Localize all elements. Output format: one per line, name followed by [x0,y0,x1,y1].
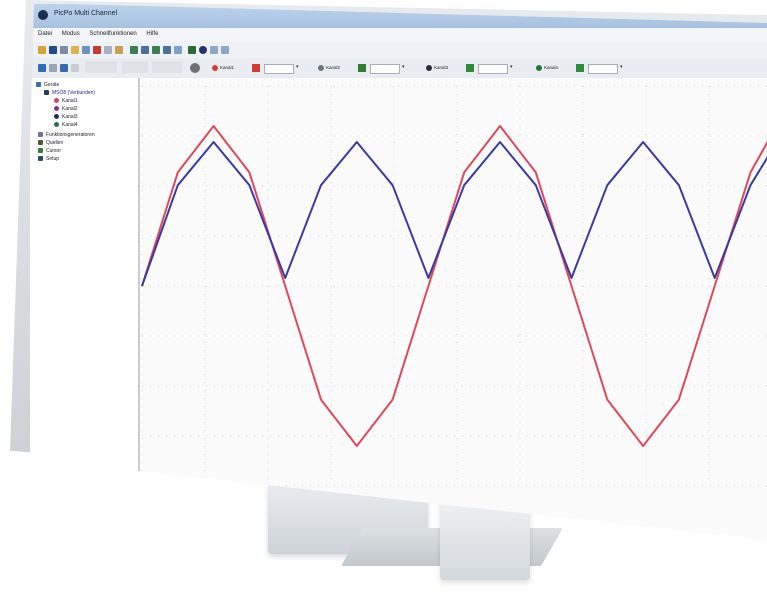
menubar: Datei Modus Schnellfunktionen Hilfe [30,28,767,42]
tree-item-setup[interactable]: Setup [38,156,59,162]
chevron-down-icon[interactable]: ▾ [510,64,513,70]
channel-icon [54,106,59,112]
folder-icon[interactable] [71,46,79,54]
channel-grid-icon[interactable] [130,46,138,54]
trigger-readout [122,61,148,73]
text-tool-icon[interactable] [60,64,68,72]
menu-datei[interactable]: Datei [38,31,52,37]
tree-item-channel[interactable]: Kanal1 [54,98,78,104]
channel-icon [54,98,59,104]
tree-item-geraete[interactable]: Geräte [36,82,59,88]
main-toolbar [30,42,767,58]
knob-icon[interactable] [190,63,200,73]
list-icon[interactable] [174,46,182,54]
delete-icon[interactable] [93,46,101,54]
product-scene: PicPo Multi Channel Datei Modus Schnellf… [0,0,767,594]
cursor-icon [38,148,43,154]
chevron-down-icon[interactable]: ▾ [296,64,299,70]
devices-icon [36,82,41,88]
window-title: PicPo Multi Channel [54,10,118,17]
open-folder-icon[interactable] [38,46,46,54]
pointer-icon[interactable] [49,64,57,72]
series-line-2 [141,141,767,287]
tree-item-device[interactable]: MSO8 (Verbunden) [44,90,95,96]
channel-color-swatch[interactable] [358,64,366,72]
channel-status-icon [426,65,432,71]
channel-icon [54,114,59,120]
grid-icon[interactable] [38,64,46,72]
channel-status-icon [318,65,324,71]
waveform-chart [141,85,767,487]
channel-icon [54,122,59,128]
marker-icon[interactable] [188,46,196,54]
tool-icon[interactable] [115,46,123,54]
tree-item-channel[interactable]: Kanal3 [54,114,78,120]
tree-item-channel[interactable]: Kanal4 [54,122,78,128]
channel-color-swatch[interactable] [252,64,260,72]
moon-icon[interactable] [199,46,207,54]
app-logo-icon [38,10,48,20]
menu-hilfe[interactable]: Hilfe [146,31,158,37]
tree-item-channel[interactable]: Kanal2 [54,106,78,112]
channel-color-swatch[interactable] [576,64,584,72]
tree-item-sources[interactable]: Quellen [38,140,63,146]
timebase-readout [85,61,117,73]
chart-grid-icon[interactable] [152,46,160,54]
menu-schnellfunktionen[interactable]: Schnellfunktionen [89,31,136,37]
screen-icon[interactable] [221,46,229,54]
channel-range-select[interactable] [370,64,400,74]
channel-label: Kanal3 [434,65,449,70]
channel-label: Kanal1 [220,65,235,70]
setup-icon [38,156,43,162]
chevron-down-icon[interactable]: ▾ [402,64,405,70]
tree-item-cursor[interactable]: Cursor [38,148,61,154]
waveform-plot[interactable] [140,78,767,540]
source-icon [38,140,43,146]
sample-readout [152,61,182,73]
channel-label: Kanal2 [326,65,341,70]
channel-status-icon [536,65,542,71]
print-icon[interactable] [60,46,68,54]
window-icon[interactable] [82,46,90,54]
channel-label: Kanal4 [544,65,559,70]
generator-icon [38,132,43,138]
menu-modus[interactable]: Modus [62,31,80,37]
save-icon[interactable] [49,46,57,54]
chart-layout-icon[interactable] [163,46,171,54]
tree-item-generators[interactable]: Funktionsgeneratoren [38,132,95,138]
channel-range-select[interactable] [588,64,618,74]
zoom-icon[interactable] [210,46,218,54]
layout-icon[interactable] [141,46,149,54]
settings-icon[interactable] [104,46,112,54]
device-tree-panel: Geräte MSO8 (Verbunden) Kanal1 Kanal2 Ka… [30,78,140,478]
oscilloscope-icon [44,90,49,96]
channel-color-swatch[interactable] [466,64,474,72]
channel-range-select[interactable] [264,64,294,74]
channel-range-select[interactable] [478,64,508,74]
chevron-down-icon[interactable]: ▾ [620,64,623,70]
channel-toolbar: Kanal1 ▾ Kanal2 ▾ Kanal3 ▾ Kanal4 ▾ [30,58,767,79]
channel-status-icon [212,65,218,71]
measure-icon[interactable] [71,64,79,72]
